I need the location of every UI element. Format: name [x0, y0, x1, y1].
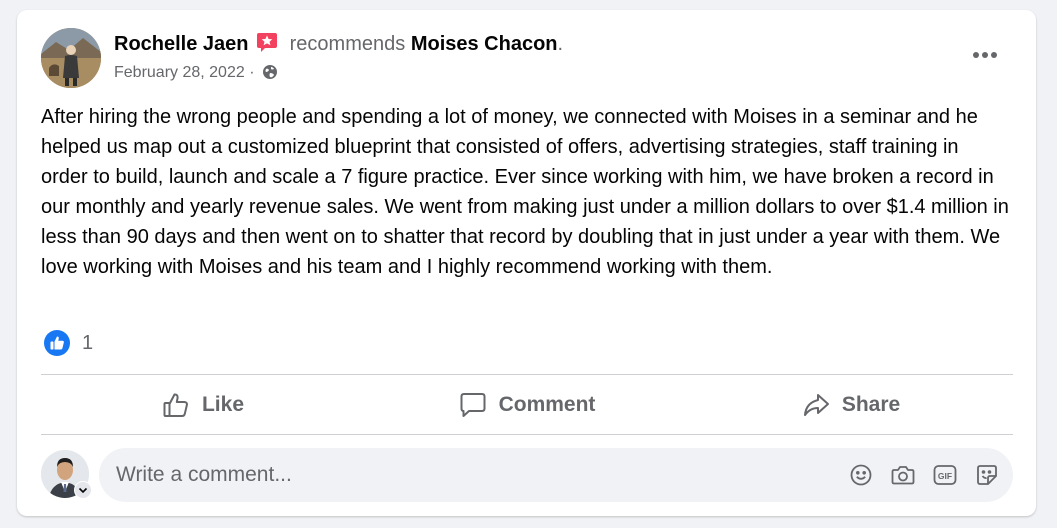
camera-button[interactable]	[891, 463, 915, 487]
more-options-icon	[973, 52, 997, 58]
divider-top	[41, 374, 1013, 375]
like-label: Like	[201, 393, 245, 416]
trailing-period: .	[557, 33, 564, 55]
share-label: Share	[841, 393, 901, 416]
post-header-line: Rochelle Jaen recommends Moises Chacon.	[114, 31, 563, 57]
gif-icon: GIF	[933, 465, 957, 485]
sticker-icon	[977, 465, 997, 485]
post-card: Rochelle Jaen recommends Moises Chacon. …	[17, 10, 1036, 516]
thumbs-up-icon	[163, 393, 188, 417]
comment-input[interactable]	[116, 448, 816, 502]
share-button[interactable]: Share	[689, 376, 1013, 434]
post-actions-bar: Like Comment Share	[41, 376, 1013, 434]
emoji-icon	[850, 464, 872, 486]
commenter-profile[interactable]	[41, 450, 92, 499]
svg-text:GIF: GIF	[938, 471, 952, 481]
meta-separator: ·	[249, 64, 255, 81]
comment-composer[interactable]: GIF	[99, 448, 1013, 502]
gif-button[interactable]: GIF	[933, 463, 957, 487]
post-body-text: After hiring the wrong people and spendi…	[41, 106, 1009, 278]
divider-bottom	[41, 434, 1013, 435]
reactions-summary[interactable]: 1	[44, 330, 93, 356]
like-reaction-icon	[44, 330, 70, 356]
sticker-button[interactable]	[975, 463, 999, 487]
like-button[interactable]: Like	[41, 376, 365, 434]
recommends-verb: recommends	[289, 33, 406, 55]
author-name[interactable]: Rochelle Jaen	[114, 33, 249, 55]
emoji-button[interactable]	[849, 463, 873, 487]
globe-icon[interactable]	[262, 64, 278, 80]
comment-label: Comment	[498, 393, 596, 416]
post-meta: February 28, 2022 ·	[114, 64, 278, 82]
recommend-star-icon	[256, 31, 278, 53]
chevron-down-icon[interactable]	[74, 481, 92, 499]
comment-icon	[460, 393, 486, 417]
more-options-button[interactable]	[967, 40, 1003, 70]
comment-button[interactable]: Comment	[365, 376, 689, 434]
post-date[interactable]: February 28, 2022	[114, 64, 245, 81]
author-avatar[interactable]	[41, 28, 101, 88]
share-icon	[803, 394, 829, 416]
camera-icon	[891, 466, 915, 485]
reaction-count: 1	[82, 331, 94, 354]
recommended-page-name[interactable]: Moises Chacon	[411, 33, 558, 55]
